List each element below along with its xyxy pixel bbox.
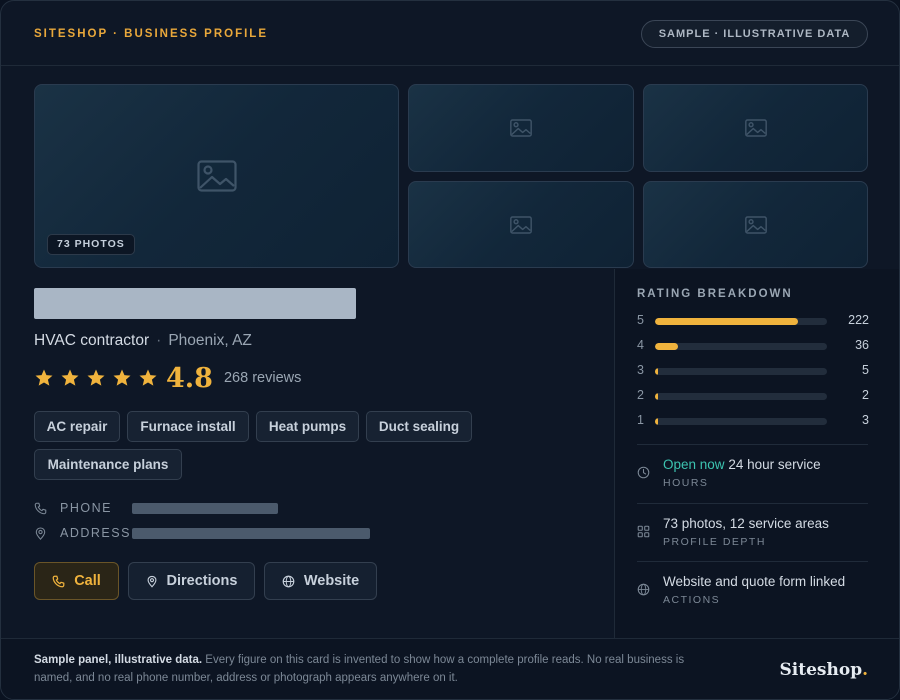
rating-bar-track: [655, 393, 827, 400]
rating-count: 222: [848, 313, 869, 327]
rating-breakdown-title: RATING BREAKDOWN: [637, 288, 793, 300]
star-icon: [113, 369, 131, 386]
divider: [637, 561, 868, 562]
star-icon: [61, 369, 79, 386]
business-name-redacted: [34, 288, 356, 319]
directions-button[interactable]: Directions: [128, 562, 255, 600]
rating-bar-track: [655, 318, 827, 325]
phone-label: PHONE: [60, 501, 112, 515]
phone-redacted: [132, 503, 278, 514]
rating-panel: RATING BREAKDOWN 5 222 4 36 3 5 2 2 1 3: [614, 269, 899, 639]
star-icon: [87, 369, 105, 386]
rating-bar-track: [655, 418, 827, 425]
business-profile-card: SITESHOP · BUSINESS PROFILE SAMPLE · ILL…: [0, 0, 900, 700]
business-location: Phoenix, AZ: [168, 332, 252, 349]
sample-badge: SAMPLE · ILLUSTRATIVE DATA: [641, 20, 868, 48]
actions-value: Website and quote form linked: [663, 574, 846, 589]
star-level: 5: [637, 313, 644, 327]
logo-dot: .: [862, 660, 868, 680]
image-placeholder-icon: [510, 119, 532, 137]
rating-bar-fill: [655, 393, 658, 400]
gallery-photo[interactable]: [408, 181, 634, 268]
service-tag[interactable]: Furnace install: [127, 411, 249, 442]
rating-count: 5: [862, 363, 869, 377]
rating-bar-track: [655, 368, 827, 375]
map-pin-icon: [35, 526, 46, 540]
logo-text: Siteshop: [779, 660, 863, 680]
service-tag[interactable]: AC repair: [34, 411, 120, 442]
rating-summary: 4.8 268 reviews: [34, 362, 301, 394]
rating-score: 4.8: [166, 362, 213, 394]
service-tag[interactable]: Heat pumps: [256, 411, 359, 442]
hours-detail: 24 hour service: [728, 457, 821, 472]
footer-lead: Sample panel, illustrative data.: [34, 654, 203, 666]
actions-label: ACTIONS: [663, 594, 721, 606]
star-rating: [34, 368, 158, 388]
main-photo[interactable]: 73 PHOTOS: [34, 84, 399, 268]
rating-bar-fill: [655, 368, 659, 375]
phone-icon: [52, 575, 65, 587]
brand-title: SITESHOP · BUSINESS PROFILE: [34, 28, 268, 40]
star-icon: [139, 369, 157, 386]
rating-row-2: 2 2: [637, 388, 869, 404]
rating-row-3: 3 5: [637, 363, 869, 379]
rating-bar-fill: [655, 343, 679, 350]
hours-label: HOURS: [663, 477, 709, 489]
star-level: 3: [637, 363, 644, 377]
card-header: SITESHOP · BUSINESS PROFILE SAMPLE · ILL…: [1, 1, 899, 66]
siteshop-logo: Siteshop.: [780, 660, 868, 680]
rating-count: 2: [862, 388, 869, 402]
star-level: 1: [637, 413, 644, 427]
rating-row-1: 1 3: [637, 413, 869, 429]
service-tag[interactable]: Duct sealing: [366, 411, 472, 442]
address-row: ADDRESS: [34, 524, 129, 542]
rating-bar-track: [655, 343, 827, 350]
gallery-photo[interactable]: [643, 181, 868, 268]
clock-icon: [637, 466, 650, 479]
divider: [637, 444, 868, 445]
star-level: 4: [637, 338, 644, 352]
profile-depth-label: PROFILE DEPTH: [663, 536, 766, 548]
address-redacted: [132, 528, 370, 539]
service-tag[interactable]: Maintenance plans: [34, 449, 182, 480]
rating-bar-fill: [655, 418, 658, 425]
open-now-status: Open now: [663, 457, 725, 472]
reviews-link[interactable]: 268 reviews: [224, 370, 301, 386]
business-category: HVAC contractor: [34, 332, 150, 349]
card-footer: Sample panel, illustrative data. Every f…: [1, 638, 899, 699]
rating-bar-fill: [655, 318, 798, 325]
image-placeholder-icon: [744, 119, 767, 137]
gallery-photo[interactable]: [643, 84, 868, 172]
phone-icon: [34, 502, 47, 514]
website-label: Website: [303, 573, 360, 589]
globe-icon: [282, 575, 295, 587]
rating-count: 3: [862, 413, 869, 427]
rating-row-5: 5 222: [637, 313, 869, 329]
image-placeholder-icon: [196, 160, 237, 192]
address-label: ADDRESS: [60, 526, 131, 540]
globe-icon: [637, 583, 650, 596]
map-pin-icon: [147, 575, 156, 588]
rating-row-4: 4 36: [637, 338, 869, 354]
gallery-photo[interactable]: [408, 84, 634, 172]
image-placeholder-icon: [510, 215, 532, 234]
star-level: 2: [637, 388, 644, 402]
star-icon: [35, 369, 53, 386]
call-label: Call: [74, 573, 101, 589]
business-subline: HVAC contractor · Phoenix, AZ: [34, 332, 252, 350]
separator-dot: ·: [156, 332, 162, 349]
website-button[interactable]: Website: [264, 562, 377, 600]
phone-row: PHONE: [34, 499, 110, 517]
call-button[interactable]: Call: [34, 562, 119, 600]
hours-status: Open now 24 hour service: [663, 457, 821, 472]
profile-depth-value: 73 photos, 12 service areas: [663, 516, 829, 531]
directions-label: Directions: [166, 573, 238, 589]
divider: [637, 503, 868, 504]
photo-count-badge: 73 PHOTOS: [47, 234, 135, 255]
rating-count: 36: [855, 338, 869, 352]
footer-disclaimer: Sample panel, illustrative data. Every f…: [34, 651, 714, 687]
grid-icon: [637, 525, 650, 538]
image-placeholder-icon: [744, 215, 767, 234]
